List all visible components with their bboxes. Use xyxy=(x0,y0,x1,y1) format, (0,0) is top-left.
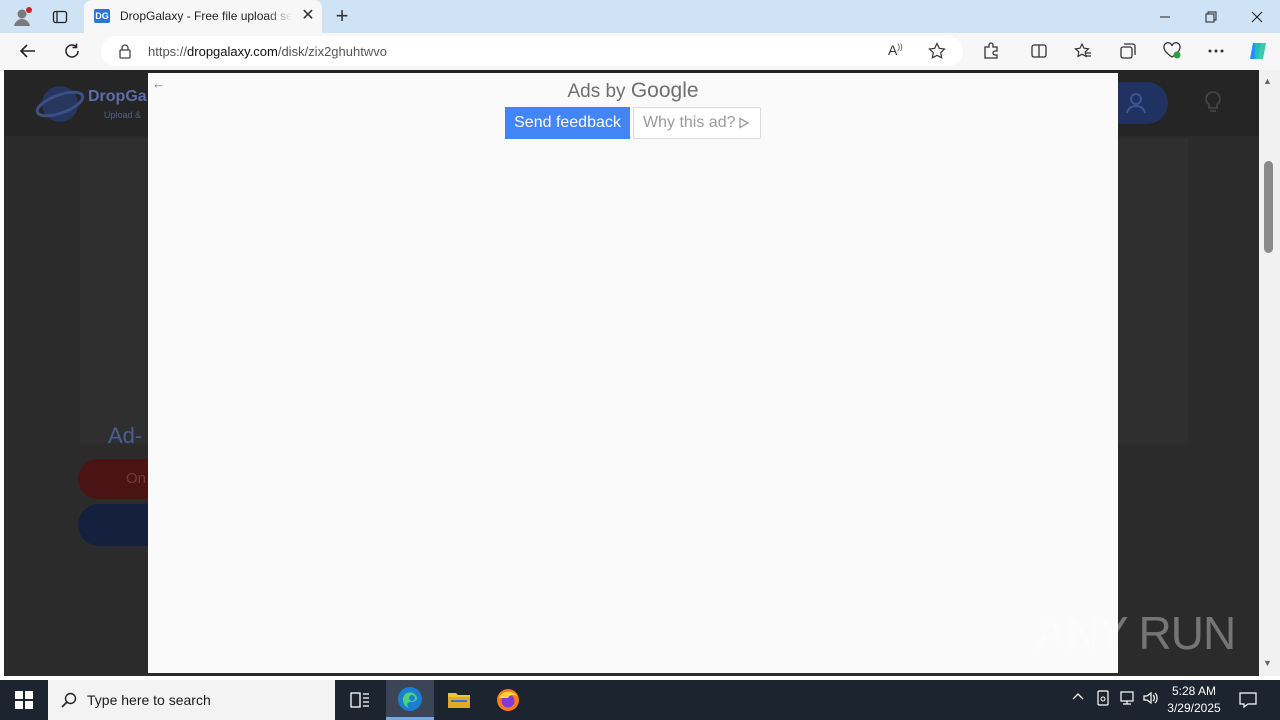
close-tab-icon[interactable]: ✕ xyxy=(298,6,318,26)
address-bar[interactable]: https://dropgalaxy.com/disk/zix2ghuhtwvo… xyxy=(101,36,963,66)
network-icon[interactable] xyxy=(1118,690,1136,706)
notifications-icon[interactable] xyxy=(1239,691,1257,709)
clock-date: 3/29/2025 xyxy=(1167,701,1221,715)
site-name: DropGa xyxy=(88,88,147,105)
search-placeholder: Type here to search xyxy=(87,692,211,708)
task-view-icon[interactable] xyxy=(336,680,384,720)
show-hidden-icons-chevron-icon[interactable] xyxy=(1071,690,1085,704)
dropgalaxy-favicon-icon: DG xyxy=(94,9,110,23)
extensions-icon[interactable] xyxy=(976,37,1006,65)
restore-button[interactable] xyxy=(1188,0,1234,33)
tab-actions-icon[interactable] xyxy=(46,0,74,33)
why-this-ad-button[interactable]: Why this ad? xyxy=(633,107,761,139)
google-wordmark: Google xyxy=(630,79,699,102)
red-button-label: On xyxy=(126,470,147,487)
page-scrollbar[interactable]: ▲ ▼ xyxy=(1259,70,1280,676)
site-tagline: Upload & xyxy=(104,110,142,120)
close-window-button[interactable] xyxy=(1234,0,1280,33)
device-icon[interactable] xyxy=(1096,690,1110,706)
adchoices-play-icon xyxy=(739,117,750,129)
split-screen-icon[interactable] xyxy=(1024,37,1054,65)
new-tab-button[interactable]: + xyxy=(330,3,354,29)
browser-titlebar: DG DropGalaxy - Free file upload ser ✕ + xyxy=(0,0,1280,33)
taskbar-search-input[interactable]: Type here to search xyxy=(48,680,335,720)
profile-icon[interactable] xyxy=(8,0,36,33)
dropgalaxy-logo-icon xyxy=(34,78,86,130)
more-options-icon[interactable] xyxy=(1201,37,1231,65)
lightbulb-icon[interactable] xyxy=(1204,90,1222,114)
windows-taskbar: Type here to search 5:28 AM 3/29/2025 xyxy=(0,680,1280,720)
ad-heading: Ad- xyxy=(108,423,143,448)
minimize-button[interactable] xyxy=(1142,0,1188,33)
back-button[interactable] xyxy=(13,37,43,65)
ads-by-text: Ads by xyxy=(567,81,626,102)
url-path: /disk/zix2ghuhtwvo xyxy=(277,44,387,59)
why-this-ad-label: Why this ad? xyxy=(643,114,736,131)
edge-taskbar-icon[interactable] xyxy=(386,680,434,720)
anyrun-watermark: ANY RUN xyxy=(1036,607,1236,659)
collections-icon[interactable] xyxy=(1113,37,1143,65)
clock-time: 5:28 AM xyxy=(1171,684,1217,698)
scroll-up-arrow-icon[interactable]: ▲ xyxy=(1263,76,1272,86)
tab-dropgalaxy[interactable]: DG DropGalaxy - Free file upload ser ✕ xyxy=(84,0,322,33)
firefox-icon[interactable] xyxy=(484,680,532,720)
url-prefix: https:// xyxy=(148,44,188,59)
windows-start-icon[interactable] xyxy=(0,680,48,720)
copilot-icon[interactable] xyxy=(1243,37,1273,65)
favorite-star-icon[interactable] xyxy=(928,42,946,60)
scroll-down-arrow-icon[interactable]: ▼ xyxy=(1263,658,1272,668)
volume-icon[interactable] xyxy=(1142,690,1160,706)
tab-title: DropGalaxy - Free file upload ser xyxy=(120,9,292,23)
url-domain: dropgalaxy.com xyxy=(187,44,278,59)
google-ad-overlay: ← Ads by Google Send feedback Why this a… xyxy=(148,73,1118,673)
system-clock[interactable]: 5:28 AM 3/29/2025 xyxy=(1166,683,1222,717)
favorites-icon[interactable] xyxy=(1068,37,1098,65)
url-text[interactable]: https://dropgalaxy.com/disk/zix2ghuhtwvo xyxy=(148,44,387,59)
file-explorer-icon[interactable] xyxy=(435,680,483,720)
ads-by-google-label: Ads by Google xyxy=(148,79,1118,103)
browser-toolbar: https://dropgalaxy.com/disk/zix2ghuhtwvo… xyxy=(0,33,1280,71)
scroll-thumb[interactable] xyxy=(1264,161,1273,253)
browser-essentials-icon[interactable] xyxy=(1157,37,1187,65)
search-icon xyxy=(61,692,77,708)
lock-icon[interactable] xyxy=(118,43,132,59)
refresh-button[interactable] xyxy=(57,37,87,65)
send-feedback-button[interactable]: Send feedback xyxy=(505,107,630,139)
read-aloud-icon[interactable]: A)) xyxy=(888,42,903,58)
